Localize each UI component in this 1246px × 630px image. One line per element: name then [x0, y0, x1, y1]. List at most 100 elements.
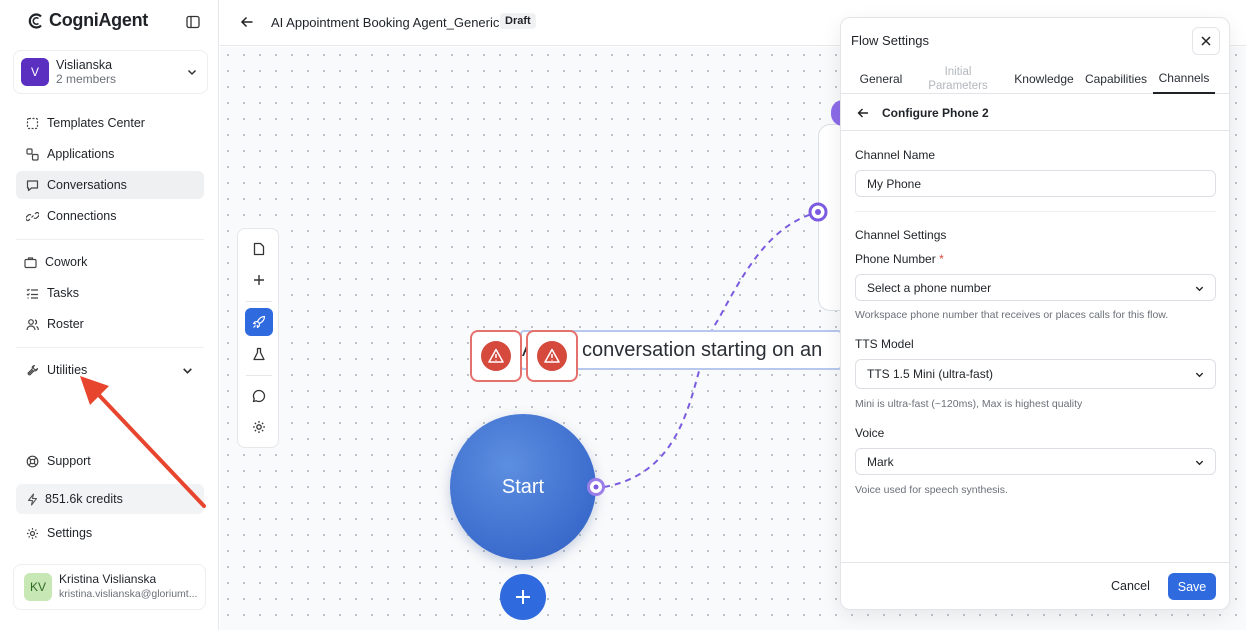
sidebar-item-tasks[interactable]: Tasks — [16, 279, 204, 307]
lightning-icon — [27, 492, 38, 506]
sidebar-collapse-icon[interactable] — [186, 15, 200, 29]
warning-badge[interactable] — [526, 330, 578, 382]
app-logo[interactable]: CogniAgent — [27, 10, 148, 31]
start-node-handle[interactable] — [586, 477, 606, 497]
chevron-down-icon — [183, 368, 192, 374]
avatar: KV — [24, 573, 52, 601]
sidebar-item-support[interactable]: Support — [16, 447, 204, 475]
sidebar-item-label: Roster — [47, 317, 84, 331]
sidebar-item-connections[interactable]: Connections — [16, 202, 204, 230]
status-badge: Draft — [500, 13, 536, 29]
logo-icon — [28, 12, 42, 29]
applications-icon — [26, 147, 39, 161]
rocket-icon — [252, 315, 266, 329]
support-icon — [26, 455, 39, 467]
tool-chat[interactable] — [245, 382, 273, 410]
start-node-label: Start — [501, 475, 545, 498]
chevron-down-icon — [1195, 460, 1204, 466]
tab-channels[interactable]: Channels — [1153, 64, 1215, 94]
close-icon — [1201, 36, 1211, 46]
sidebar-item-label: Tasks — [47, 286, 79, 300]
sidebar-item-settings[interactable]: Settings — [16, 519, 204, 547]
sidebar-item-cowork[interactable]: Cowork — [16, 248, 204, 276]
credits-label: 851.6k credits — [45, 492, 123, 506]
voice-value: Mark — [867, 454, 894, 469]
page-title: AI Appointment Booking Agent_Generic — [271, 15, 500, 30]
add-node-button[interactable] — [500, 574, 546, 620]
tool-deploy[interactable] — [245, 308, 273, 336]
voice-hint: Voice used for speech synthesis. — [855, 484, 1008, 496]
channel-name-field[interactable]: My Phone — [855, 170, 1216, 197]
voice-label: Voice — [855, 426, 885, 440]
sidebar-item-applications[interactable]: Applications — [16, 140, 204, 168]
sidebar-item-label: Utilities — [47, 363, 88, 377]
tool-test[interactable] — [245, 340, 273, 368]
sidebar-item-utilities[interactable]: Utilities — [16, 356, 204, 384]
channel-settings-heading: Channel Settings — [855, 228, 947, 242]
sidebar-item-conversations[interactable]: Conversations — [16, 171, 204, 199]
tools-icon — [27, 364, 39, 376]
required-marker: * — [939, 252, 944, 266]
back-arrow-icon[interactable] — [857, 107, 869, 119]
back-arrow-icon[interactable] — [240, 15, 254, 29]
tab-general[interactable]: General — [851, 64, 911, 94]
warning-icon — [544, 348, 560, 363]
warning-badge[interactable] — [470, 330, 522, 382]
user-profile[interactable]: KV Kristina Vislianska kristina.vislians… — [13, 564, 206, 610]
channel-name-value: My Phone — [867, 176, 922, 191]
plus-icon — [516, 590, 530, 604]
workspace-name: Vislianska — [56, 58, 113, 72]
tool-settings[interactable] — [245, 413, 273, 441]
sidebar-item-label: Support — [47, 454, 91, 468]
section-divider — [855, 211, 1216, 212]
phone-number-select[interactable]: Select a phone number — [855, 274, 1216, 301]
tab-initial-parameters[interactable]: Initial Parameters — [923, 62, 993, 94]
tts-model-value: TTS 1.5 Mini (ultra-fast) — [867, 367, 994, 381]
gear-icon — [253, 421, 265, 433]
sidebar-divider — [16, 239, 204, 240]
tts-model-label: TTS Model — [855, 337, 914, 351]
phone-number-label: Phone Number * — [855, 252, 944, 266]
panel-footer: Cancel Save — [841, 562, 1229, 610]
phone-number-label-text: Phone Number — [855, 252, 936, 266]
chevron-down-icon — [187, 69, 197, 76]
briefcase-icon — [24, 256, 37, 268]
workspace-avatar: V — [21, 58, 49, 86]
toolbar-divider — [246, 375, 272, 376]
channel-config-title: Configure Phone 2 — [882, 106, 989, 120]
tab-knowledge[interactable]: Knowledge — [1011, 64, 1077, 94]
sidebar-item-label: Settings — [47, 526, 93, 540]
chat-icon — [26, 179, 39, 191]
voice-select[interactable]: Mark — [855, 448, 1216, 475]
cancel-button[interactable]: Cancel — [1103, 575, 1158, 597]
panel-title: Flow Settings — [851, 33, 930, 48]
user-email: kristina.vislianska@gloriumt... — [59, 588, 198, 600]
channel-name-label: Channel Name — [855, 148, 936, 162]
sidebar-divider — [16, 347, 204, 348]
warning-icon — [488, 348, 504, 363]
sidebar-item-roster[interactable]: Roster — [16, 310, 204, 338]
users-icon — [26, 318, 39, 330]
tts-model-select[interactable]: TTS 1.5 Mini (ultra-fast) — [855, 359, 1216, 389]
app-name: CogniAgent — [49, 10, 148, 30]
credits-badge[interactable]: 851.6k credits — [16, 484, 204, 514]
note-icon — [253, 242, 265, 256]
tts-model-hint: Mini is ultra-fast (~120ms), Max is high… — [855, 398, 1083, 410]
sidebar-item-label: Templates Center — [47, 116, 145, 130]
tool-note[interactable] — [245, 235, 273, 263]
plus-icon — [254, 275, 264, 285]
flow-settings-panel: Flow Settings General Initial Parameters… — [840, 17, 1230, 610]
close-button[interactable] — [1192, 27, 1220, 55]
toolbar-divider — [246, 301, 272, 302]
chat-icon — [252, 389, 266, 403]
start-node[interactable]: Start — [450, 414, 596, 560]
flask-icon — [253, 347, 265, 361]
sidebar-item-templates-center[interactable]: Templates Center — [16, 109, 204, 137]
tab-capabilities[interactable]: Capabilities — [1083, 64, 1149, 94]
panel-tabs: General Initial Parameters Knowledge Cap… — [841, 64, 1229, 94]
chevron-down-icon — [1195, 372, 1204, 378]
workspace-switcher[interactable]: V Vislianska 2 members — [13, 50, 208, 94]
tool-add[interactable] — [245, 266, 273, 294]
save-button[interactable]: Save — [1168, 573, 1216, 600]
workspace-members: 2 members — [56, 72, 117, 86]
